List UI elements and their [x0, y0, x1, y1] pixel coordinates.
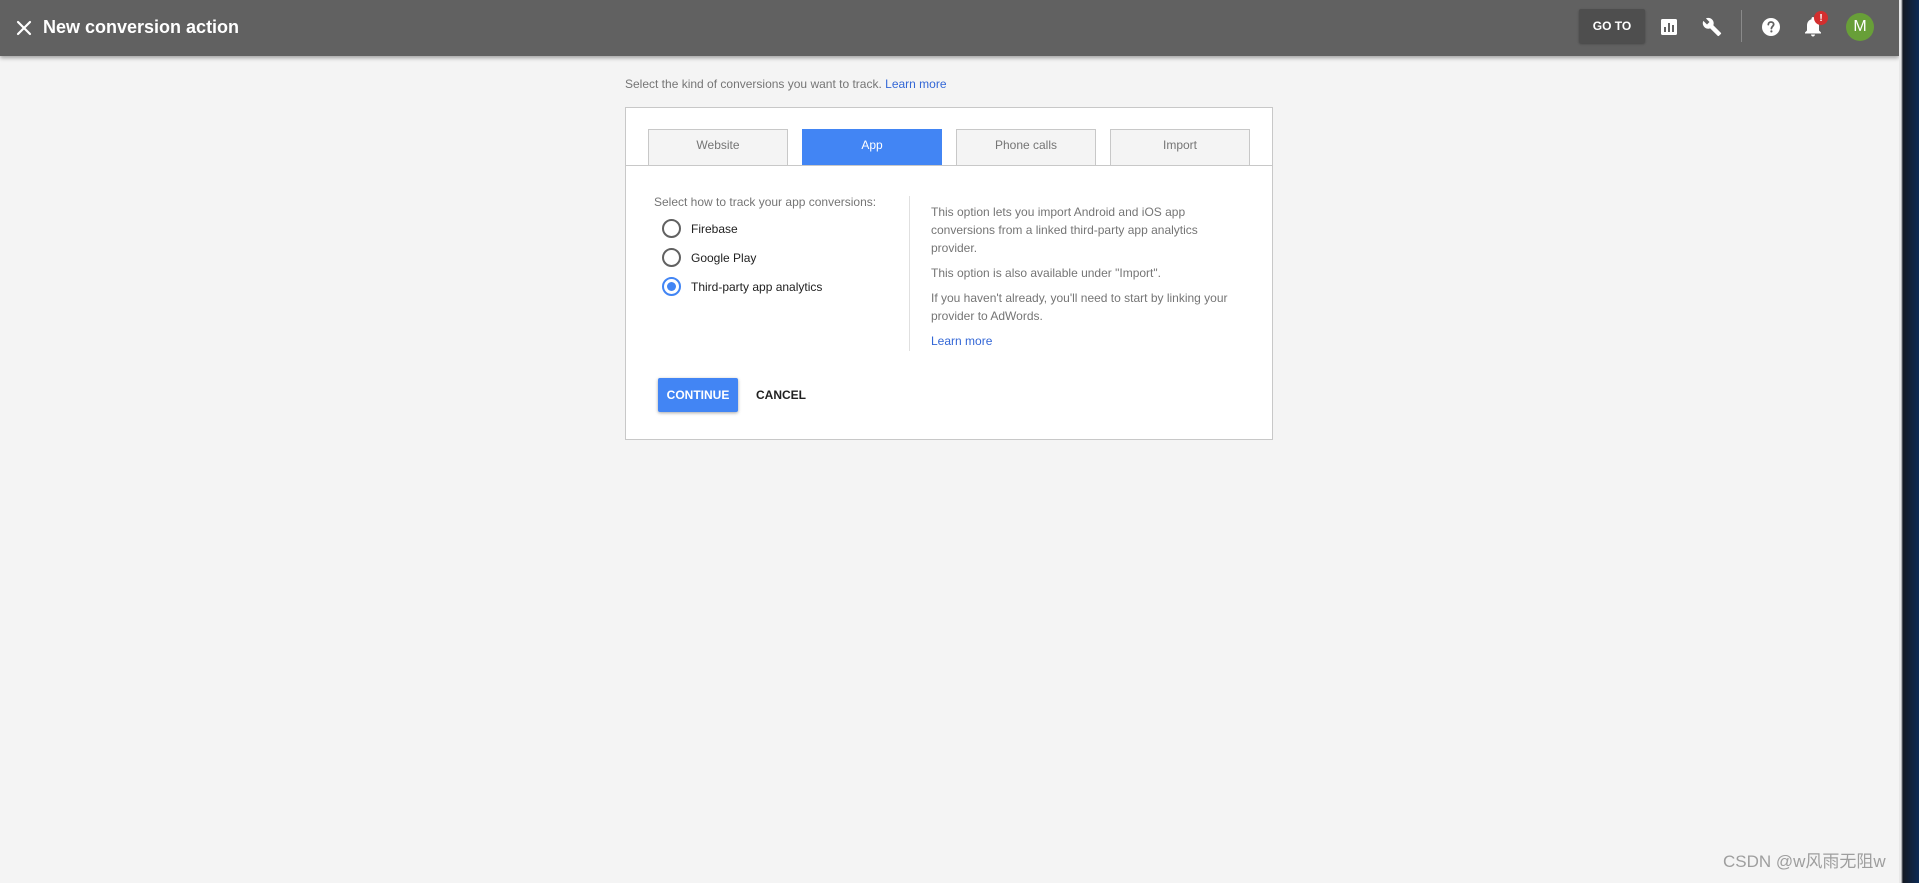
intro-text: Select the kind of conversions you want …	[625, 77, 947, 91]
radio-google-play[interactable]	[662, 248, 681, 267]
description-paragraph-1: This option lets you import Android and …	[931, 205, 1198, 255]
intro-learn-more-link[interactable]: Learn more	[885, 77, 946, 91]
reports-button[interactable]	[1656, 14, 1682, 40]
window-edge	[1899, 0, 1919, 883]
option-firebase[interactable]: Firebase	[654, 214, 884, 243]
tab-phone-calls[interactable]: Phone calls	[956, 129, 1096, 165]
goto-button[interactable]: GO TO	[1579, 9, 1645, 43]
watermark: CSDN @w风雨无阻w	[1723, 852, 1886, 871]
option-firebase-label: Firebase	[691, 221, 738, 236]
tab-app[interactable]: App	[802, 129, 942, 165]
radio-third-party[interactable]	[662, 277, 681, 296]
tab-website[interactable]: Website	[648, 129, 788, 165]
close-button[interactable]	[10, 14, 38, 42]
toolbar-divider	[1741, 10, 1742, 42]
notification-badge: !	[1814, 11, 1828, 25]
wrench-icon	[1702, 17, 1722, 37]
close-icon	[16, 20, 32, 36]
option-google-play-label: Google Play	[691, 250, 757, 265]
top-app-bar: New conversion action GO TO ! M	[0, 0, 1899, 56]
option-description: This option lets you import Android and …	[931, 203, 1231, 350]
bar-chart-icon	[1661, 19, 1677, 35]
intro-label: Select the kind of conversions you want …	[625, 77, 882, 91]
avatar[interactable]: M	[1846, 13, 1874, 41]
help-button[interactable]	[1758, 14, 1784, 40]
tools-button[interactable]	[1699, 14, 1725, 40]
radio-firebase[interactable]	[662, 219, 681, 238]
description-paragraph-2: This option is also available under "Imp…	[931, 266, 1161, 280]
option-third-party[interactable]: Third-party app analytics	[654, 272, 884, 301]
conversion-type-tabs: Website App Phone calls Import	[626, 108, 1272, 166]
conversion-type-card: Website App Phone calls Import Select ho…	[625, 107, 1273, 440]
cancel-button[interactable]: CANCEL	[748, 378, 814, 412]
option-third-party-label: Third-party app analytics	[691, 279, 823, 294]
notifications-button[interactable]: !	[1800, 11, 1828, 40]
tracking-options-label: Select how to track your app conversions…	[654, 195, 877, 209]
tracking-options: Select how to track your app conversions…	[654, 195, 884, 301]
help-icon	[1762, 18, 1780, 36]
option-google-play[interactable]: Google Play	[654, 243, 884, 272]
continue-button[interactable]: CONTINUE	[658, 378, 738, 412]
page-title: New conversion action	[43, 17, 240, 37]
description-paragraph-3: If you haven't already, you'll need to s…	[931, 291, 1228, 323]
description-learn-more-link[interactable]: Learn more	[931, 334, 992, 348]
column-divider	[909, 196, 910, 351]
tab-import[interactable]: Import	[1110, 129, 1250, 165]
